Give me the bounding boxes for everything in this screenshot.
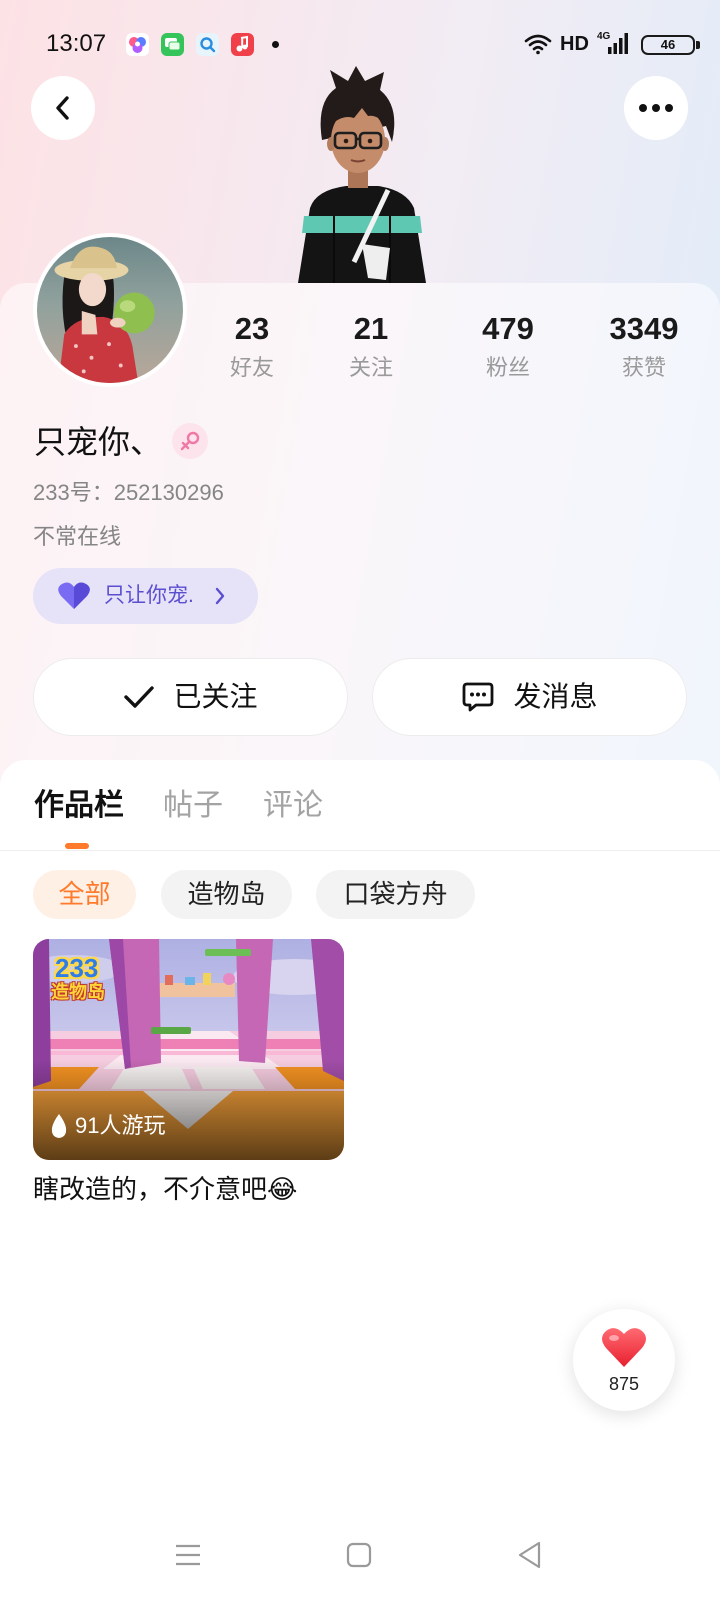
menu-icon[interactable] xyxy=(175,1543,201,1567)
filter-pocket-ark[interactable]: 口袋方舟 xyxy=(316,870,475,919)
profile-avatar[interactable] xyxy=(33,233,187,387)
like-button[interactable]: 875 xyxy=(573,1309,675,1411)
online-status: 不常在线 xyxy=(33,524,122,549)
wifi-icon xyxy=(524,33,552,55)
tab-comments[interactable]: 评论 xyxy=(263,786,323,826)
relation-tag[interactable]: 只让你宠. xyxy=(33,568,258,624)
battery-nub xyxy=(696,41,700,49)
follow-button[interactable]: 已关注 xyxy=(33,658,348,736)
stat-friends[interactable]: 23 好友 xyxy=(187,310,317,382)
search-app-icon xyxy=(196,33,219,56)
work-card[interactable]: 233 造物岛 91人游玩 xyxy=(33,939,344,1160)
back-button[interactable] xyxy=(31,76,95,140)
logo-number: 233 xyxy=(55,953,99,983)
play-count-text: 91人游玩 xyxy=(75,1113,166,1138)
filter-all[interactable]: 全部 xyxy=(33,870,136,919)
game-center-app-icon xyxy=(126,33,149,56)
stat-following[interactable]: 21 关注 xyxy=(306,310,436,382)
message-button[interactable]: 发消息 xyxy=(372,658,687,736)
heart-icon xyxy=(57,581,91,611)
avatar-character-image xyxy=(296,66,428,283)
stat-label: 好友 xyxy=(229,355,274,380)
stat-likes[interactable]: 3349 获赞 xyxy=(579,310,709,382)
stat-value: 21 xyxy=(353,311,389,346)
tab-posts[interactable]: 帖子 xyxy=(163,786,223,826)
stat-fans[interactable]: 479 粉丝 xyxy=(443,310,573,382)
tab-works[interactable]: 作品栏 xyxy=(34,786,124,826)
stat-label: 粉丝 xyxy=(485,355,530,380)
system-nav-bar xyxy=(0,1520,720,1600)
heart-icon xyxy=(601,1327,647,1369)
female-icon xyxy=(172,423,208,459)
stat-value: 23 xyxy=(234,311,270,346)
back-triangle-icon[interactable] xyxy=(517,1541,543,1569)
chevron-left-icon xyxy=(52,95,74,121)
profile-name: 只宠你、 xyxy=(34,424,163,460)
relation-tag-text: 只让你宠. xyxy=(104,584,194,607)
signal-icon xyxy=(607,33,629,55)
messages-app-icon xyxy=(161,33,184,56)
flame-icon xyxy=(49,1113,69,1139)
creation-island-logo: 233 造物岛 xyxy=(47,953,123,1005)
stat-label: 获赞 xyxy=(621,355,666,380)
like-count: 875 xyxy=(608,1374,640,1394)
active-tab-indicator xyxy=(65,843,89,849)
check-icon xyxy=(123,684,155,710)
message-label: 发消息 xyxy=(513,681,598,712)
logo-name: 造物岛 xyxy=(51,982,105,1002)
battery-icon: 46 xyxy=(641,35,695,55)
stat-label: 关注 xyxy=(348,355,393,380)
stat-value: 3349 xyxy=(609,311,679,346)
hd-indicator: HD xyxy=(560,33,589,55)
chat-bubble-icon xyxy=(461,681,495,713)
stat-value: 479 xyxy=(482,311,534,346)
home-square-icon[interactable] xyxy=(346,1542,372,1568)
status-time: 13:07 xyxy=(46,30,107,57)
music-app-icon xyxy=(231,33,254,56)
notification-dot xyxy=(272,41,279,48)
work-caption[interactable]: 瞎改造的，不介意吧😂 xyxy=(33,1172,297,1206)
more-horizontal-icon xyxy=(638,103,674,113)
filter-creation-island[interactable]: 造物岛 xyxy=(161,870,292,919)
battery-level: 46 xyxy=(660,37,676,52)
play-count: 91人游玩 xyxy=(49,1112,165,1140)
user-id: 233号：252130296 xyxy=(33,480,224,505)
more-button[interactable] xyxy=(624,76,688,140)
follow-label: 已关注 xyxy=(173,681,258,712)
chevron-right-icon xyxy=(214,587,226,605)
tabs-divider xyxy=(0,850,720,851)
